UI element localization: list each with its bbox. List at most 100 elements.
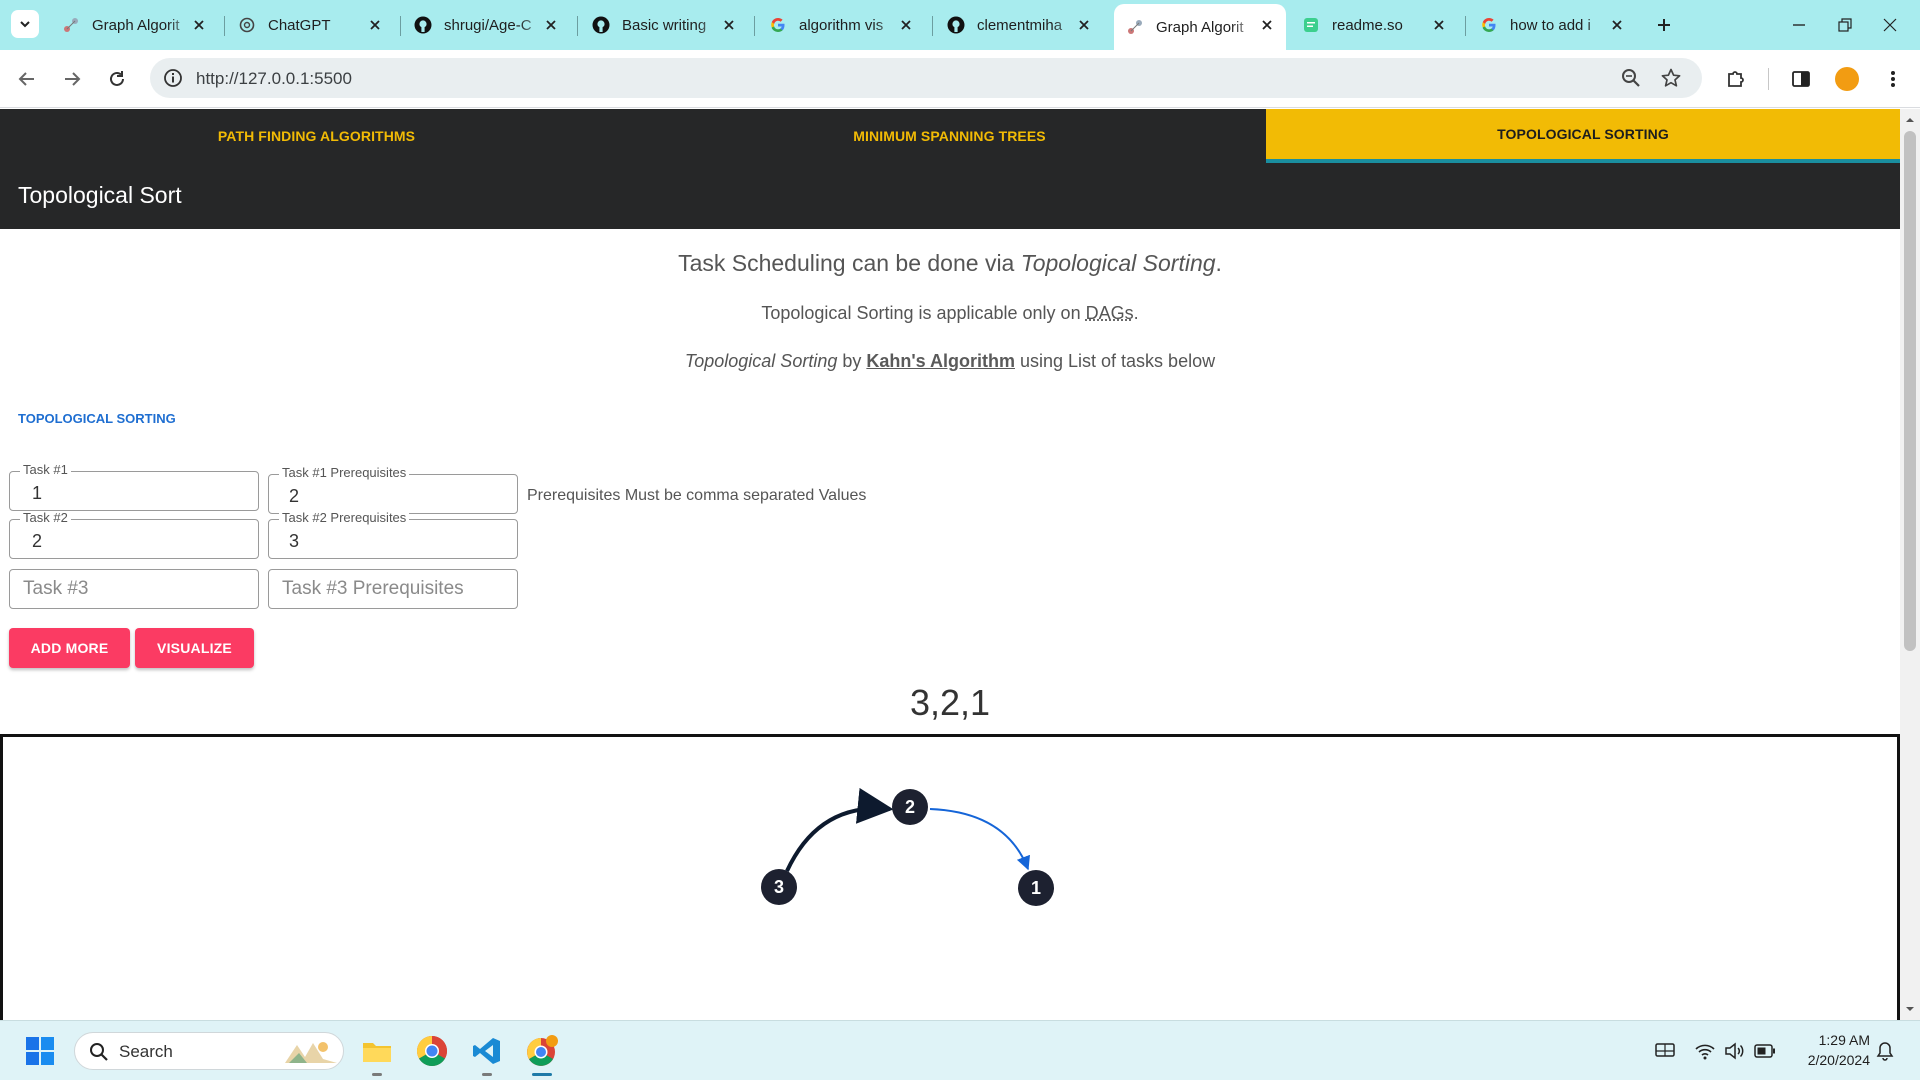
- task-3-prerequisites-input[interactable]: [270, 571, 516, 607]
- task-2-field[interactable]: Task #2 2: [9, 511, 259, 559]
- intro-line-2: Topological Sorting is applicable only o…: [0, 303, 1900, 324]
- task-2-prerequisites-field[interactable]: Task #2 Prerequisites 3: [268, 511, 518, 559]
- intro-line-1: Task Scheduling can be done via Topologi…: [0, 250, 1900, 277]
- address-bar[interactable]: http://127.0.0.1:5500: [150, 58, 1702, 98]
- graph-favicon-icon: [62, 16, 80, 34]
- zoom-icon[interactable]: [1620, 67, 1642, 94]
- active-indicator: [532, 1073, 552, 1076]
- close-icon[interactable]: [190, 16, 208, 34]
- site-info-icon[interactable]: [162, 67, 184, 89]
- topological-order-result: 3,2,1: [909, 682, 991, 723]
- profile-avatar[interactable]: [1835, 67, 1859, 91]
- window-restore-button[interactable]: [1832, 12, 1858, 38]
- tab-separator: [1465, 16, 1466, 36]
- browser-tab-active[interactable]: Graph Algorit: [1114, 4, 1286, 50]
- intro-emphasis: Topological Sorting: [1020, 250, 1216, 276]
- notification-bell-icon[interactable]: [1874, 1040, 1896, 1062]
- graph-node-1[interactable]: 1: [1018, 870, 1054, 906]
- close-icon[interactable]: [897, 16, 915, 34]
- tab-separator: [400, 16, 401, 36]
- graph-node-3[interactable]: 3: [761, 869, 797, 905]
- back-button[interactable]: [15, 67, 39, 91]
- volume-icon[interactable]: [1724, 1040, 1746, 1062]
- clock-date: 2/20/2024: [1807, 1052, 1870, 1068]
- side-panel-button[interactable]: [1789, 67, 1813, 91]
- intro-emphasis: Topological Sorting: [684, 351, 838, 371]
- nav-tab-path-finding[interactable]: PATH FINDING ALGORITHMS: [0, 109, 633, 163]
- folder-icon: [363, 1043, 391, 1062]
- close-icon[interactable]: [366, 16, 384, 34]
- task-3-prerequisites-field[interactable]: [268, 569, 518, 609]
- field-label: Task #1 Prerequisites: [279, 466, 410, 480]
- browser-tab[interactable]: shrugi/Age-C: [402, 8, 570, 42]
- close-icon[interactable]: [1258, 16, 1276, 34]
- forward-button[interactable]: [60, 67, 84, 91]
- browser-tab[interactable]: ChatGPT: [226, 8, 394, 42]
- browser-menu-button[interactable]: [1881, 67, 1905, 91]
- intro-text: using List of tasks below: [1014, 351, 1216, 371]
- close-icon[interactable]: [720, 16, 738, 34]
- graph-node-label: 1: [1031, 878, 1041, 898]
- browser-tab[interactable]: Basic writing: [580, 8, 748, 42]
- wifi-icon[interactable]: [1694, 1040, 1716, 1062]
- scroll-up-icon[interactable]: [1905, 115, 1915, 125]
- browser-tab[interactable]: clementmiha: [935, 8, 1103, 42]
- tab-title: ChatGPT: [268, 16, 331, 34]
- visualize-button[interactable]: VISUALIZE: [135, 628, 254, 668]
- intro-text: .: [1215, 250, 1222, 276]
- bookmark-star-icon[interactable]: [1660, 67, 1682, 94]
- browser-tab-strip: Graph Algorit ChatGPT shrugi/Age-C Basic…: [0, 0, 1920, 50]
- add-more-button[interactable]: ADD MORE: [9, 628, 130, 668]
- chrome-profile-icon: [527, 1035, 558, 1066]
- github-icon: [592, 16, 610, 34]
- intro-line-3: Topological Sorting by Kahn's Algorithm …: [0, 351, 1900, 372]
- browser-tab[interactable]: algorithm vis: [757, 8, 925, 42]
- close-icon[interactable]: [1430, 16, 1448, 34]
- kahns-algorithm-link[interactable]: Kahn's Algorithm: [866, 351, 1015, 371]
- puzzle-icon: [1728, 71, 1744, 87]
- graph-canvas: 3 2 1: [0, 734, 1900, 1020]
- start-button[interactable]: [20, 1031, 60, 1071]
- vscode-taskbar-button[interactable]: [467, 1031, 507, 1071]
- chrome-taskbar-button[interactable]: [412, 1031, 452, 1071]
- reload-button[interactable]: [105, 67, 129, 91]
- field-value: 3: [289, 531, 300, 551]
- running-indicator: [372, 1073, 382, 1076]
- taskbar-search-box[interactable]: Search: [74, 1032, 344, 1070]
- chrome-profile-taskbar-button[interactable]: [522, 1031, 562, 1071]
- graph-node-2[interactable]: 2: [892, 789, 928, 825]
- browser-tab[interactable]: Graph Algorit: [50, 8, 218, 42]
- close-icon[interactable]: [542, 16, 560, 34]
- battery-icon[interactable]: [1754, 1040, 1776, 1062]
- scroll-thumb[interactable]: [1904, 131, 1916, 651]
- nav-tab-minimum-spanning-trees[interactable]: MINIMUM SPANNING TREES: [633, 109, 1266, 163]
- tray-display-icon[interactable]: [1654, 1040, 1676, 1062]
- close-icon[interactable]: [1075, 16, 1093, 34]
- task-3-field[interactable]: [9, 569, 259, 609]
- window-close-button[interactable]: [1877, 12, 1903, 38]
- scroll-down-icon[interactable]: [1905, 1004, 1915, 1014]
- tab-title: how to add i: [1510, 16, 1591, 34]
- browser-toolbar: http://127.0.0.1:5500: [0, 50, 1920, 108]
- nav-tab-topological-sorting[interactable]: TOPOLOGICAL SORTING: [1266, 109, 1900, 163]
- app-navbar: PATH FINDING ALGORITHMS MINIMUM SPANNING…: [0, 109, 1900, 229]
- search-icon: [90, 1043, 108, 1061]
- task-3-input[interactable]: [11, 571, 257, 607]
- system-clock[interactable]: 1:29 AM 2/20/2024: [1790, 1030, 1870, 1070]
- task-1-field[interactable]: Task #1 1: [9, 463, 259, 511]
- chatgpt-icon: [238, 16, 256, 34]
- new-tab-button[interactable]: [1651, 12, 1677, 38]
- window-minimize-button[interactable]: [1786, 12, 1812, 38]
- graph-node-label: 3: [774, 877, 784, 897]
- extensions-button[interactable]: [1724, 67, 1748, 91]
- reload-icon: [110, 71, 124, 86]
- intro-text: by: [837, 351, 867, 371]
- task-1-prerequisites-field[interactable]: Task #1 Prerequisites 2: [268, 466, 518, 514]
- file-explorer-taskbar-button[interactable]: [357, 1031, 397, 1071]
- page-scrollbar[interactable]: [1900, 109, 1920, 1020]
- graph-visualization: 3 2 1: [761, 787, 1054, 906]
- browser-tab[interactable]: readme.so: [1290, 8, 1458, 42]
- browser-tab[interactable]: how to add i: [1468, 8, 1636, 42]
- close-icon[interactable]: [1608, 16, 1626, 34]
- tab-search-button[interactable]: [11, 10, 39, 38]
